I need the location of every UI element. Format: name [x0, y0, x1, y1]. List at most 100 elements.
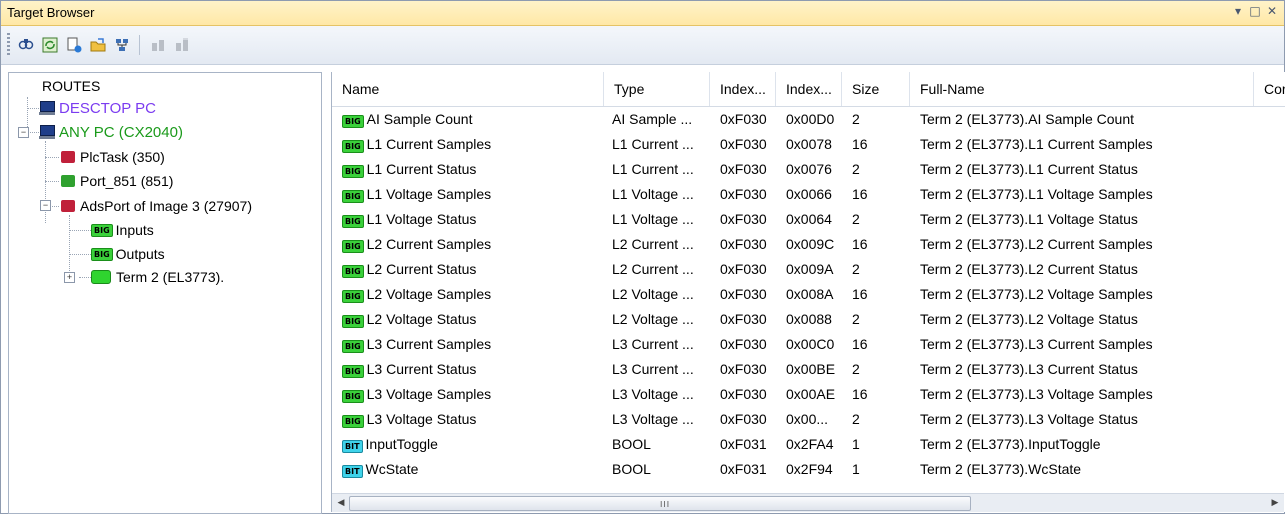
toolbar-grip[interactable]: [7, 33, 10, 55]
tree-node-label: AdsPort of Image 3 (27907): [80, 198, 252, 214]
horizontal-scrollbar[interactable]: ◀ III ▶: [332, 493, 1284, 512]
cell-full-name: Term 2 (EL3773).AI Sample Count: [920, 111, 1134, 127]
table-row[interactable]: BIG L1 Current Status L1 Current ... 0xF030…: [332, 157, 1285, 182]
column-header-comment[interactable]: Cor: [1254, 72, 1285, 106]
cell-index-group: 0xF030: [720, 261, 767, 277]
cell-size: 1: [852, 436, 860, 452]
table-row[interactable]: BIG L2 Voltage Samples L2 Voltage ... 0xF03…: [332, 282, 1285, 307]
tree-node-plctask[interactable]: PlcTask (350): [61, 146, 165, 168]
cell-index-group: 0xF030: [720, 386, 767, 402]
table-row[interactable]: BIT WcState BOOL 0xF031 0x2F94 1 Term 2 (EL377…: [332, 457, 1285, 482]
cell-size: 2: [852, 111, 860, 127]
cell-name: BIG L1 Voltage Status: [342, 207, 604, 232]
cell-name: BIG L1 Current Samples: [342, 132, 604, 157]
open-folder-icon[interactable]: [89, 36, 107, 54]
cell-size: 16: [852, 336, 868, 352]
symbol-name: WcState: [365, 461, 419, 477]
refresh-icon[interactable]: [41, 36, 59, 54]
cell-full-name: Term 2 (EL3773).L2 Voltage Samples: [920, 286, 1153, 302]
table-row[interactable]: BIG L1 Voltage Status L1 Voltage ... 0xF030…: [332, 207, 1285, 232]
table-row[interactable]: BIG L3 Voltage Samples L3 Voltage ... 0xF03…: [332, 382, 1285, 407]
big-type-icon: BIG: [342, 215, 364, 228]
column-header-index-group[interactable]: Index...: [710, 72, 776, 106]
big-type-icon: BIG: [342, 265, 364, 278]
expand-icon[interactable]: +: [64, 272, 75, 283]
table-row[interactable]: BIT InputToggle BOOL 0xF031 0x2FA4 1 Term 2 (E…: [332, 432, 1285, 457]
cell-full-name: Term 2 (EL3773).L3 Voltage Status: [920, 411, 1138, 427]
network-scan-icon[interactable]: [113, 36, 131, 54]
scrollbar-thumb[interactable]: III: [349, 496, 971, 511]
cell-full-name: Term 2 (EL3773).WcState: [920, 461, 1082, 477]
add-route-icon[interactable]: [65, 36, 83, 54]
tree-node-outputs[interactable]: BIG Outputs: [91, 243, 165, 265]
table-row[interactable]: BIG L1 Voltage Samples L1 Voltage ... 0xF03…: [332, 182, 1285, 207]
cell-name: BIG L3 Current Samples: [342, 332, 604, 357]
table-row[interactable]: BIG L1 Current Samples L1 Current ... 0xF03…: [332, 132, 1285, 157]
tree-node-adsport[interactable]: AdsPort of Image 3 (27907): [61, 195, 252, 217]
column-header-size[interactable]: Size: [842, 72, 910, 106]
cell-size: 1: [852, 461, 860, 477]
tree-node-label: Term 2 (EL3773).: [116, 269, 225, 285]
table-row[interactable]: BIG L3 Voltage Status L3 Voltage ... 0xF030…: [332, 407, 1285, 432]
disabled-tool-icon-2: [173, 36, 191, 54]
table-row[interactable]: BIG L3 Current Status L3 Current ... 0xF030…: [332, 357, 1285, 382]
pc-icon: [39, 101, 55, 115]
table-row[interactable]: BIG AI Sample Count AI Sample ... 0xF030 0x0…: [332, 107, 1285, 132]
list-header: Name Type Index... Index... Size Full-Na…: [332, 72, 1285, 107]
cell-index-offset: 0x008A: [786, 286, 834, 302]
collapse-icon[interactable]: −: [40, 200, 51, 211]
cell-full-name: Term 2 (EL3773).L3 Voltage Samples: [920, 386, 1153, 402]
cell-name: BIG AI Sample Count: [342, 107, 604, 132]
pc-icon: [39, 125, 55, 139]
column-header-full-name[interactable]: Full-Name: [910, 72, 1254, 106]
cell-size: 2: [852, 161, 860, 177]
cell-full-name: Term 2 (EL3773).L1 Current Status: [920, 161, 1138, 177]
table-row[interactable]: BIG L2 Voltage Status L2 Voltage ... 0xF030…: [332, 307, 1285, 332]
column-header-type[interactable]: Type: [604, 72, 710, 106]
collapse-icon[interactable]: −: [18, 127, 29, 138]
tree-node-port-851[interactable]: Port_851 (851): [61, 170, 173, 192]
dropdown-icon[interactable]: ▾: [1232, 4, 1244, 18]
tree-node-label: ANY PC (CX2040): [59, 123, 183, 141]
tree-node-term2[interactable]: Term 2 (EL3773).: [91, 266, 224, 288]
cell-index-offset: 0x2FA4: [786, 436, 834, 452]
routes-root[interactable]: ROUTES: [42, 75, 100, 97]
big-type-icon: BIG: [342, 340, 364, 353]
tree-node-inputs[interactable]: BIG Inputs: [91, 219, 154, 241]
scroll-left-icon[interactable]: ◀: [334, 496, 348, 510]
table-row[interactable]: BIG L2 Current Samples L2 Current ... 0xF03…: [332, 232, 1285, 257]
tree-node-descto-pc[interactable]: DESCTOP PC: [39, 97, 156, 119]
find-icon[interactable]: [17, 36, 35, 54]
scroll-right-icon[interactable]: ▶: [1268, 496, 1282, 510]
cell-full-name: Term 2 (EL3773).L2 Voltage Status: [920, 311, 1138, 327]
close-icon[interactable]: ✕: [1266, 4, 1278, 18]
cell-index-offset: 0x00BE: [786, 361, 836, 377]
cell-type: L1 Current ...: [612, 161, 694, 177]
cell-name: BIG L2 Current Status: [342, 257, 604, 282]
cell-type: L3 Current ...: [612, 336, 694, 352]
symbol-name: L3 Current Status: [366, 361, 477, 377]
cell-index-offset: 0x2F94: [786, 461, 833, 477]
symbol-name: L3 Voltage Samples: [366, 386, 492, 402]
cell-size: 2: [852, 261, 860, 277]
big-type-icon: BIG: [342, 290, 364, 303]
cell-size: 16: [852, 286, 868, 302]
symbol-name: L1 Voltage Samples: [366, 186, 492, 202]
cell-index-offset: 0x009A: [786, 261, 834, 277]
column-header-name[interactable]: Name: [332, 72, 604, 106]
cell-full-name: Term 2 (EL3773).L2 Current Samples: [920, 236, 1153, 252]
table-row[interactable]: BIG L2 Current Status L2 Current ... 0xF030…: [332, 257, 1285, 282]
cell-index-offset: 0x0088: [786, 311, 832, 327]
symbol-name: L3 Voltage Status: [366, 411, 477, 427]
column-header-index-offset[interactable]: Index...: [776, 72, 842, 106]
symbol-name: AI Sample Count: [366, 111, 473, 127]
task-icon: [61, 200, 75, 212]
cell-index-group: 0xF030: [720, 211, 767, 227]
maximize-icon[interactable]: □: [1249, 4, 1261, 18]
table-row[interactable]: BIG L3 Current Samples L3 Current ... 0xF03…: [332, 332, 1285, 357]
cell-index-offset: 0x0078: [786, 136, 832, 152]
terminal-icon: [91, 270, 111, 284]
cell-index-offset: 0x009C: [786, 236, 835, 252]
cell-index-offset: 0x00D0: [786, 111, 835, 127]
tree-node-any-pc[interactable]: ANY PC (CX2040): [39, 121, 183, 143]
